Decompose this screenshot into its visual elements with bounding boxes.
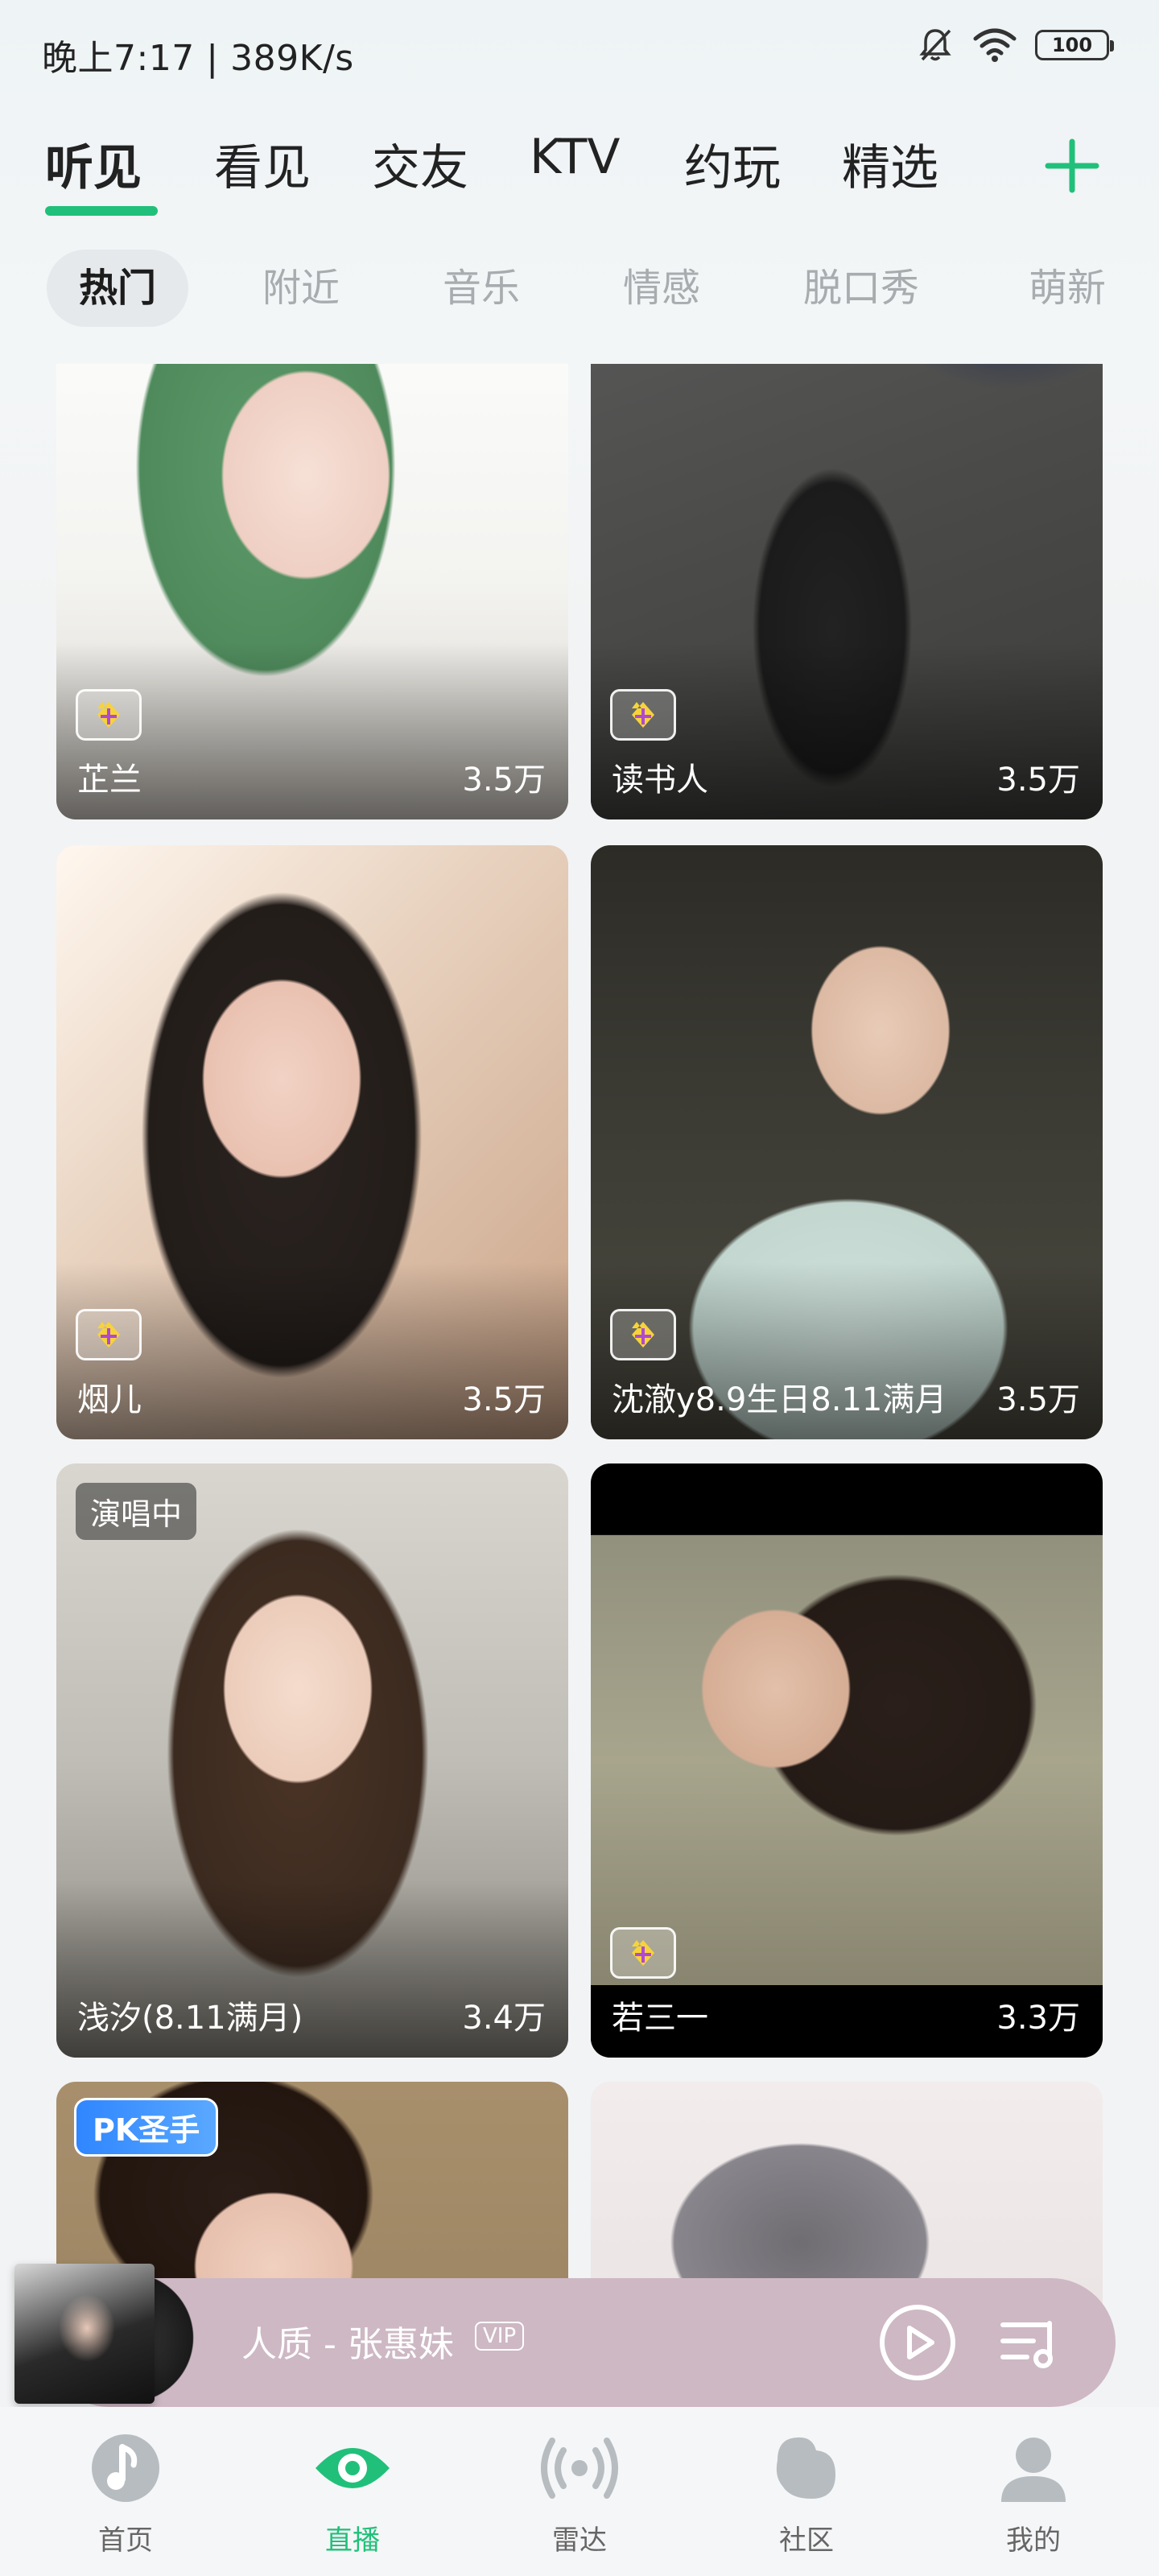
award-icon [610,689,676,741]
main-tabs: 听见 看见 交友 KTV 约玩 精选 [0,129,1159,225]
playlist-icon[interactable] [998,2315,1062,2372]
room-card[interactable]: 若三一 3.3万 [591,1463,1103,2058]
nav-radar[interactable]: 雷达 [499,2407,660,2576]
tab-play[interactable]: 约玩 [684,129,781,199]
vip-badge: VIP [475,2322,525,2351]
room-name: 沈澈y8.9生日8.11满月 [612,1381,947,1418]
tab-friends[interactable]: 交友 [372,129,468,199]
status-bar: 晚上7:17 | 389K/s 100 [0,0,1159,101]
room-card[interactable]: 读书人 3.5万 [591,364,1103,819]
category-tabs: 热门 附近 音乐 情感 脱口秀 萌新 [0,250,1159,338]
room-name: 若三一 [612,2000,708,2037]
nav-label: 雷达 [552,2524,607,2557]
room-viewers: 3.5万 [996,762,1080,799]
live-room-feed: 芷兰 3.5万 读书人 3.5万 烟儿 3.5万 沈澈y8.9生日8.11满月 … [0,364,1159,2376]
track-title[interactable]: 人质 - 张惠妹 [241,2315,454,2367]
bottom-nav: 首页 直播 雷达 社区 我的 [0,2407,1159,2576]
room-name: 读书人 [612,762,708,799]
room-card[interactable]: 沈澈y8.9生日8.11满月 3.5万 [591,845,1103,1439]
room-card[interactable]: 演唱中 浅汐(8.11满月) 3.4万 [56,1463,568,2058]
nav-label: 直播 [325,2524,380,2557]
tab-featured[interactable]: 精选 [842,129,938,199]
category-talkshow[interactable]: 脱口秀 [803,250,919,327]
category-nearby[interactable]: 附近 [262,250,340,327]
award-icon [610,1927,676,1979]
nav-profile[interactable]: 我的 [953,2407,1114,2576]
pk-badge: PK圣手 [74,2098,219,2157]
room-name: 芷兰 [77,762,142,799]
room-viewers: 3.5万 [462,762,546,799]
room-name: 烟儿 [77,1381,142,1418]
community-icon [776,2437,835,2499]
nav-home[interactable]: 首页 [45,2407,206,2576]
room-card[interactable]: 芷兰 3.5万 [56,364,568,819]
status-time: 晚上7:17 | 389K/s [42,38,354,79]
add-tab-icon[interactable] [1043,137,1101,195]
nav-live[interactable]: 直播 [272,2407,433,2576]
room-viewers: 3.5万 [996,1381,1080,1418]
mute-bell-icon [919,29,951,61]
nav-label: 首页 [98,2524,153,2557]
tab-watch[interactable]: 看见 [214,129,311,199]
status-icons: 100 [916,26,1114,64]
album-cover[interactable] [14,2264,155,2404]
radar-icon [541,2438,618,2499]
room-viewers: 3.3万 [996,2000,1080,2037]
nav-label: 社区 [779,2524,834,2557]
wifi-icon [973,28,1017,62]
tab-ktv[interactable]: KTV [530,129,620,185]
award-icon [76,1309,142,1360]
active-tab-indicator [45,206,158,216]
room-viewers: 3.5万 [462,1381,546,1418]
nav-label: 我的 [1006,2524,1061,2557]
category-newcomer[interactable]: 萌新 [1029,250,1106,327]
room-name: 浅汐(8.11满月) [77,2000,303,2037]
play-icon[interactable] [877,2302,958,2383]
battery-level: 100 [1051,34,1093,56]
award-icon [610,1309,676,1360]
room-viewers: 3.4万 [462,2000,546,2037]
nav-community[interactable]: 社区 [726,2407,887,2576]
category-hot[interactable]: 热门 [47,250,189,327]
room-card[interactable]: 烟儿 3.5万 [56,845,568,1439]
singing-badge: 演唱中 [76,1483,197,1540]
category-emotion[interactable]: 情感 [623,250,700,327]
battery-icon: 100 [1035,30,1114,60]
profile-icon [1001,2438,1066,2502]
music-note-icon [92,2434,159,2502]
award-icon [76,689,142,741]
category-music[interactable]: 音乐 [443,250,520,327]
eye-icon [316,2448,390,2488]
tab-listen[interactable]: 听见 [45,129,142,199]
